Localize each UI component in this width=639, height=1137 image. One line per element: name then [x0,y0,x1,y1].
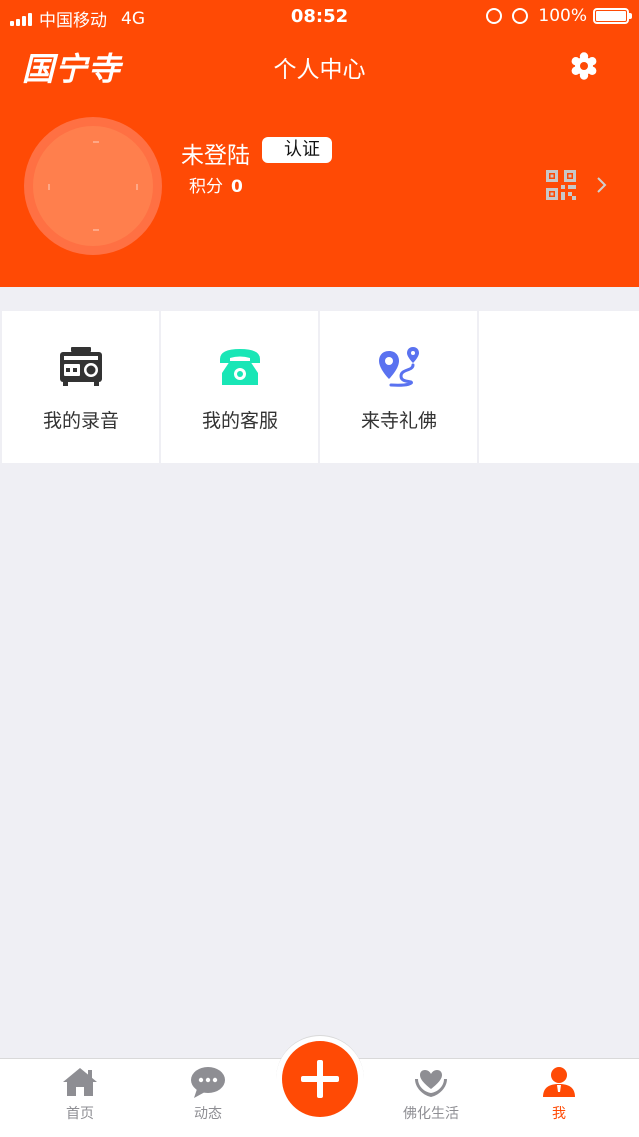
menu-item-temple-visit[interactable]: 来寺礼佛 [320,311,477,463]
menu-item-recordings[interactable]: 我的录音 [2,311,159,463]
rotation-lock-icon [486,8,503,24]
page-title: 个人中心 [273,57,366,83]
home-icon [63,1068,97,1096]
profile-header: 中国移动 4G 08:52 100% 国宁寺 个人中心 未登陆 认证 积分 0 [0,0,639,287]
user-icon [543,1067,575,1097]
menu-item-label: 我的录音 [42,410,119,432]
gear-icon[interactable] [570,52,598,80]
tab-me[interactable]: 我 [519,1065,599,1123]
battery-icon [593,8,632,24]
verify-button[interactable]: 认证 [262,137,332,163]
map-route-icon [379,347,419,387]
menu-item-label: 我的客服 [201,410,278,432]
tab-home[interactable]: 首页 [40,1065,120,1123]
points-label: 积分 [189,177,223,197]
tab-feed[interactable]: 动态 [168,1065,248,1123]
alarm-icon [512,8,529,24]
tab-bar: 首页 动态 佛化生活 我 [0,1035,639,1137]
menu-item-empty [479,311,639,463]
tab-label: 我 [552,1106,566,1122]
menu-item-label: 来寺礼佛 [360,410,437,432]
menu-item-customer-service[interactable]: 我的客服 [161,311,318,463]
username[interactable]: 未登陆 [181,136,250,170]
chat-bubble-icon [191,1067,225,1098]
tab-label: 动态 [194,1106,222,1122]
points-value: 0 [231,177,243,197]
feature-grid: 我的录音 我的客服 来寺礼佛 [0,311,639,463]
qr-code-icon[interactable] [546,170,576,200]
tab-label: 首页 [66,1106,94,1122]
tab-buddhist-life[interactable]: 佛化生活 [391,1065,471,1123]
status-bar: 中国移动 4G 08:52 100% [0,0,639,34]
avatar-image [33,126,153,246]
heart-hands-icon [415,1070,447,1097]
points-row: 积分 0 [189,172,243,197]
avatar[interactable] [24,117,162,255]
publish-button[interactable] [282,1041,358,1117]
radio-recorder-icon [60,347,102,386]
telephone-icon [220,349,260,385]
tab-label: 佛化生活 [403,1106,459,1122]
battery-percent: 100% [538,6,587,26]
chevron-right-icon[interactable] [596,175,608,195]
avatar-placeholder-icon [48,141,138,231]
